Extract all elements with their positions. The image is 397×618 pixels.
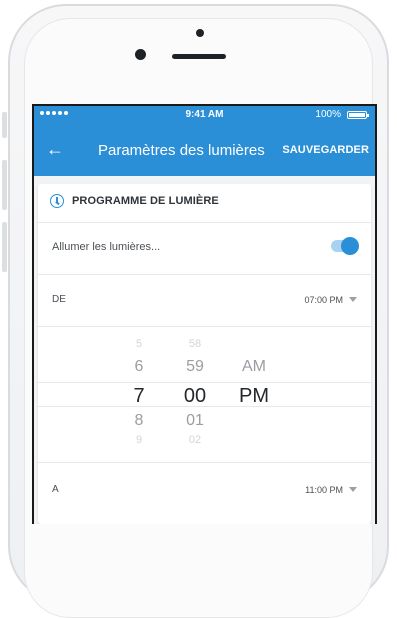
card-title: PROGRAMME DE LUMIÈRE <box>72 195 219 207</box>
to-time-value[interactable]: 11:00 PM <box>305 485 343 495</box>
minute-option[interactable]: 58 <box>178 338 212 350</box>
hour-option[interactable]: 5 <box>126 338 152 350</box>
period-selected[interactable]: PM <box>236 385 272 408</box>
page-title: Paramètres des lumières <box>98 142 265 159</box>
minute-selected[interactable]: 00 <box>178 385 212 408</box>
period-option[interactable]: AM <box>236 358 272 376</box>
chevron-down-icon[interactable] <box>349 487 357 492</box>
from-time-value[interactable]: 07:00 PM <box>304 295 343 305</box>
time-picker[interactable]: 5 6 7 8 9 58 59 00 01 02 AM PM <box>38 326 371 463</box>
to-time-row[interactable]: A 11:00 PM <box>38 462 371 518</box>
hour-option[interactable]: 6 <box>126 358 152 376</box>
lights-on-label: Allumer les lumières... <box>52 241 161 253</box>
lights-toggle[interactable] <box>331 237 359 255</box>
hour-selected[interactable]: 7 <box>126 385 152 408</box>
hour-option[interactable]: 9 <box>126 434 152 446</box>
card-header: PROGRAMME DE LUMIÈRE <box>38 184 371 223</box>
minute-option[interactable]: 02 <box>178 434 212 446</box>
schedule-card: PROGRAMME DE LUMIÈRE Allumer les lumière… <box>38 184 371 524</box>
battery-percent: 100% <box>315 109 341 120</box>
mute-switch <box>2 112 7 138</box>
volume-up-button <box>2 160 7 210</box>
toggle-knob <box>341 237 359 255</box>
clock-icon <box>50 194 64 208</box>
from-time-row[interactable]: DE 07:00 PM <box>38 274 371 327</box>
app-bar: 9:41 AM 100% ← Paramètres des lumières S… <box>34 106 375 176</box>
volume-down-button <box>2 222 7 272</box>
from-label: DE <box>52 294 66 305</box>
app-screen: 9:41 AM 100% ← Paramètres des lumières S… <box>32 104 377 524</box>
save-button[interactable]: SAUVEGARDER <box>282 144 369 156</box>
earpiece-speaker <box>172 54 226 59</box>
chevron-down-icon[interactable] <box>349 297 357 302</box>
minute-option[interactable]: 59 <box>178 358 212 376</box>
picker-selection-top <box>38 382 371 383</box>
proximity-sensor <box>196 29 204 37</box>
lights-on-row[interactable]: Allumer les lumières... <box>38 222 371 275</box>
status-bar: 9:41 AM 100% <box>34 106 375 124</box>
minute-option[interactable]: 01 <box>178 412 212 430</box>
back-arrow-icon[interactable]: ← <box>46 140 64 158</box>
to-label: A <box>52 484 59 495</box>
hour-option[interactable]: 8 <box>126 412 152 430</box>
battery-icon <box>347 111 369 119</box>
front-camera <box>135 49 146 60</box>
